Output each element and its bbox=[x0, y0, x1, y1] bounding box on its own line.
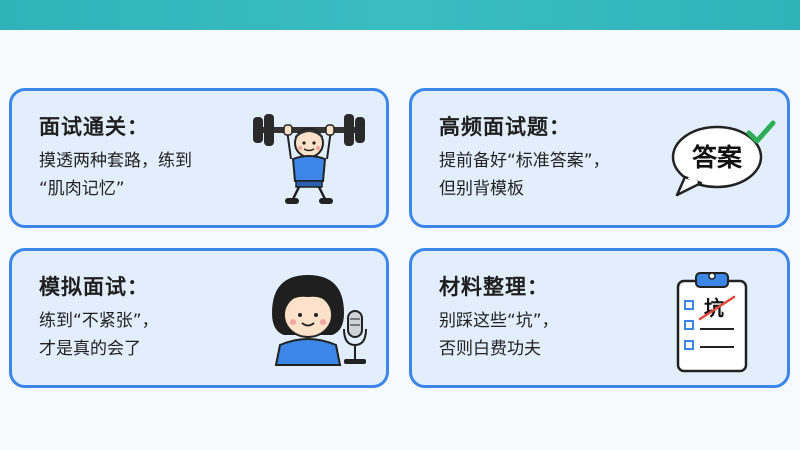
card-line: 否则白费功夫 bbox=[439, 339, 541, 359]
top-banner bbox=[0, 0, 800, 30]
card-line: 才是真的会了 bbox=[39, 339, 141, 359]
card-description: 提前备好“标准答案”， 但别背模板 bbox=[439, 147, 610, 203]
clipboard-checklist-icon: 坑 bbox=[672, 267, 752, 375]
card-description: 练到“不紧张”， 才是真的会了 bbox=[39, 307, 159, 363]
answer-bubble-icon: 答案 bbox=[667, 119, 779, 199]
bubble-text: 答案 bbox=[692, 143, 743, 172]
card-line: “肌肉记忆” bbox=[39, 179, 125, 199]
girl-microphone-icon bbox=[262, 269, 377, 369]
card-interview-pass: 面试通关： 摸透两种套路，练到 “肌肉记忆” bbox=[9, 88, 389, 228]
card-line: 但别背模板 bbox=[439, 179, 524, 199]
card-line: 提前备好“标准答案”， bbox=[439, 151, 610, 171]
card-description: 别踩这些“坑”， 否则白费功夫 bbox=[439, 307, 559, 363]
card-line: 别踩这些“坑”， bbox=[439, 311, 559, 331]
card-description: 摸透两种套路，练到 “肌肉记忆” bbox=[39, 147, 192, 203]
weightlifter-icon bbox=[249, 109, 369, 209]
card-title: 高频面试题： bbox=[439, 115, 571, 139]
card-frequent-questions: 高频面试题： 提前备好“标准答案”， 但别背模板 答案 bbox=[409, 88, 790, 228]
card-title: 材料整理： bbox=[439, 275, 549, 299]
card-mock-interview: 模拟面试： 练到“不紧张”， 才是真的会了 bbox=[9, 248, 389, 388]
card-line: 练到“不紧张”， bbox=[39, 311, 159, 331]
card-materials: 材料整理： 别踩这些“坑”， 否则白费功夫 坑 bbox=[409, 248, 790, 388]
card-line: 摸透两种套路，练到 bbox=[39, 151, 192, 171]
clipboard-text: 坑 bbox=[704, 296, 724, 320]
card-title: 面试通关： bbox=[39, 115, 149, 139]
card-title: 模拟面试： bbox=[39, 275, 149, 299]
